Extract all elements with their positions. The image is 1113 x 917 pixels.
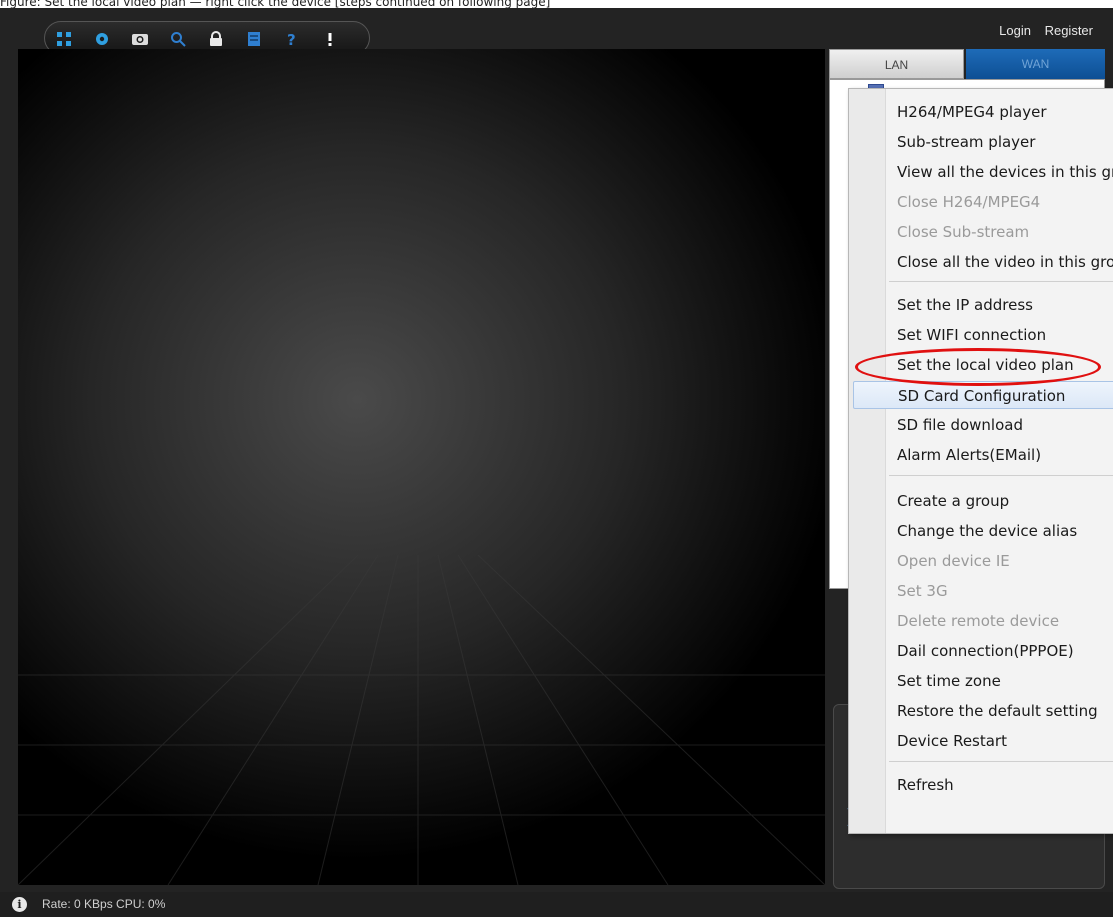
menu-item-close-h264: Close H264/MPEG4 [897,193,1041,211]
about-icon[interactable] [319,28,341,50]
tab-wan[interactable]: WAN [966,49,1105,79]
menu-item-set-3g: Set 3G [897,582,948,600]
menu-item-sd-card-config[interactable]: SD Card Configuration [853,381,1113,409]
menu-item-device-restart[interactable]: Device Restart [849,727,1113,755]
video-display[interactable] [18,49,825,885]
grid-floor-decoration [18,555,825,885]
menu-item-refresh[interactable]: Refresh [849,771,1113,799]
menu-item-change-alias[interactable]: Change the device alias [849,517,1113,545]
menu-item-open-device-ie: Open device IE [897,552,1010,570]
menu-item-close-substream: Close Sub-stream [897,223,1030,241]
menu-separator [889,475,1113,476]
storage-icon[interactable] [243,28,265,50]
network-tabs: LAN WAN [829,49,1105,79]
register-link[interactable]: Register [1045,23,1093,38]
tab-lan[interactable]: LAN [829,49,964,79]
figure-caption: Figure: Set the local video plan — right… [0,0,551,8]
menu-item-local-video-plan[interactable]: Set the local video plan [849,351,1113,379]
menu-item-close-group-video[interactable]: Close all the video in this group [849,248,1113,276]
snapshot-icon[interactable] [129,28,151,50]
menu-separator [889,761,1113,762]
menu-item-substream-player[interactable]: Sub-stream player [849,128,1113,156]
status-text: Rate: 0 KBps CPU: 0% [42,897,166,911]
menu-separator [889,281,1113,282]
menu-item-alarm-alerts[interactable]: Alarm Alerts(EMail) [849,441,1113,469]
menu-item-delete-remote-device: Delete remote device [897,612,1060,630]
search-icon[interactable] [167,28,189,50]
menu-item-set-time-zone[interactable]: Set time zone [849,667,1113,695]
menu-item-view-group-devices[interactable]: View all the devices in this group [849,158,1113,186]
status-bar: i Rate: 0 KBps CPU: 0% [0,892,1113,917]
help-icon[interactable]: ? [281,28,303,50]
menu-item-create-group[interactable]: Create a group [849,487,1113,515]
context-menu: H264/MPEG4 player Sub-stream player View… [848,88,1113,834]
info-icon: i [12,897,27,912]
account-links: Login Register [989,23,1093,38]
menu-item-set-ip[interactable]: Set the IP address [849,291,1113,319]
layout-icon[interactable] [53,28,75,50]
menu-item-set-wifi[interactable]: Set WIFI connection [849,321,1113,349]
svg-text:?: ? [287,31,296,47]
menu-item-h264-player[interactable]: H264/MPEG4 player [849,98,1113,126]
settings-icon[interactable] [91,28,113,50]
menu-item-sd-file-download[interactable]: SD file download [849,411,1113,439]
lock-icon[interactable] [205,28,227,50]
menu-item-dial-pppoe[interactable]: Dail connection(PPPOE) [849,637,1113,665]
menu-item-restore-defaults[interactable]: Restore the default setting [849,697,1113,725]
login-link[interactable]: Login [999,23,1031,38]
